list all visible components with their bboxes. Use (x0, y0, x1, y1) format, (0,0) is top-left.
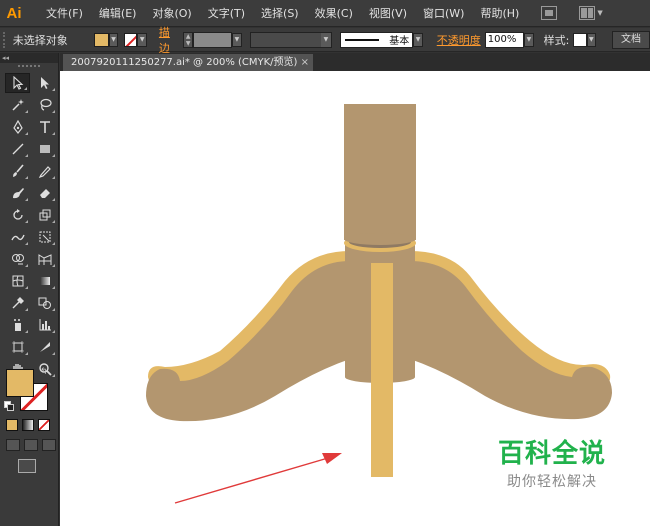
shape-builder-tool-icon[interactable] (5, 249, 30, 269)
chevron-down-icon[interactable]: ▼ (597, 9, 602, 17)
stroke-weight-dropdown-chevron-icon[interactable]: ▼ (232, 32, 242, 47)
watermark: 百科全说 助你轻松解决 (482, 439, 622, 491)
drawing-mode-row (6, 439, 56, 451)
symbol-sprayer-tool-icon[interactable] (5, 315, 30, 335)
artboard-canvas[interactable]: 百科全说 助你轻松解决 (60, 71, 650, 526)
menu-help[interactable]: 帮助(H) (472, 0, 527, 27)
draw-normal-icon[interactable] (6, 439, 20, 451)
tools-panel: ◂◂ ↰ (0, 53, 59, 526)
direct-selection-tool-icon[interactable] (32, 73, 57, 93)
bridge-icon[interactable] (541, 6, 558, 20)
default-fill-stroke-icon[interactable] (4, 401, 14, 411)
menu-type[interactable]: 文字(T) (200, 0, 253, 27)
upper-post (344, 104, 416, 240)
blend-tool-icon[interactable] (32, 293, 57, 313)
free-transform-tool-icon[interactable] (32, 227, 57, 247)
mesh-tool-icon[interactable] (5, 271, 30, 291)
magic-wand-tool-icon[interactable] (5, 95, 30, 115)
paintbrush-tool-icon[interactable] (5, 161, 30, 181)
brush-profile-label: 基本 (389, 36, 410, 47)
artboard-tool-icon[interactable] (5, 337, 30, 357)
rotate-tool-icon[interactable] (5, 205, 30, 225)
stroke-panel-link[interactable]: 描边 (159, 24, 180, 56)
watermark-title: 百科全说 (497, 439, 606, 469)
gradient-tool-icon[interactable] (32, 271, 57, 291)
variable-width-field[interactable]: ▼ (249, 31, 332, 48)
rectangle-tool-icon[interactable] (32, 139, 57, 159)
document-tab-title: 2007920111250277.ai* @ 200% (CMYK/预览) (71, 57, 298, 68)
menu-window[interactable]: 窗口(W) (415, 0, 472, 27)
control-bar: 未选择对象 ▼ ▼ 描边 ▲ ▼ ▼ ▼ 基本 ▼ 不透明度 100% ▼ 样式:… (0, 26, 650, 55)
variable-width-chevron-icon[interactable]: ▼ (320, 32, 331, 47)
opacity-input[interactable]: 100% (484, 31, 525, 48)
panel-grip[interactable] (3, 31, 9, 48)
color-mode-icon[interactable] (6, 419, 18, 431)
draw-behind-icon[interactable] (24, 439, 38, 451)
fill-dropdown-chevron-icon[interactable]: ▼ (108, 32, 119, 47)
tools-collapse-icon[interactable]: ◂◂ (0, 53, 58, 63)
menu-view[interactable]: 视图(V) (361, 0, 415, 27)
stroke-color-swatch[interactable] (124, 32, 138, 47)
eyedropper-tool-icon[interactable] (5, 293, 30, 313)
slice-tool-icon[interactable] (32, 337, 57, 357)
tool-grid (0, 73, 58, 379)
graphic-style-chevron-icon[interactable]: ▼ (586, 32, 597, 47)
highlight-bar (371, 263, 393, 477)
stroke-profile-line (344, 38, 379, 41)
opacity-dropdown-chevron-icon[interactable]: ▼ (524, 32, 534, 47)
gradient-mode-icon[interactable] (22, 419, 34, 431)
upper-post-bottom (344, 233, 416, 245)
menu-select[interactable]: 选择(S) (253, 0, 307, 27)
none-mode-icon[interactable] (38, 419, 50, 431)
red-arrow (174, 457, 329, 504)
warp-tool-icon[interactable] (5, 227, 30, 247)
menu-effect[interactable]: 效果(C) (307, 0, 361, 27)
stroke-dropdown-chevron-icon[interactable]: ▼ (137, 32, 147, 47)
pen-tool-icon[interactable] (5, 117, 30, 137)
close-icon[interactable]: × (301, 54, 309, 71)
fill-stroke-widget: ↰ (4, 367, 56, 417)
document-tab-bar: 2007920111250277.ai* @ 200% (CMYK/预览) × (60, 53, 650, 71)
selection-tool-icon[interactable] (5, 73, 30, 93)
lasso-tool-icon[interactable] (32, 95, 57, 115)
blob-brush-tool-icon[interactable] (5, 183, 30, 203)
color-mode-row (6, 419, 50, 431)
line-segment-tool-icon[interactable] (5, 139, 30, 159)
perspective-grid-tool-icon[interactable] (32, 249, 57, 269)
menu-items: 文件(F) 编辑(E) 对象(O) 文字(T) 选择(S) 效果(C) 视图(V… (38, 0, 527, 27)
draw-inside-icon[interactable] (42, 439, 56, 451)
fill-color-box[interactable] (6, 369, 34, 397)
stroke-weight-field[interactable] (192, 31, 233, 48)
eraser-tool-icon[interactable] (32, 183, 57, 203)
menu-file[interactable]: 文件(F) (38, 0, 91, 27)
brush-profile-field[interactable]: 基本 (339, 31, 414, 48)
graphic-style-label: 样式: (543, 33, 570, 47)
stroke-weight-stepper[interactable]: ▲ ▼ (183, 31, 193, 48)
red-arrow-head (322, 453, 342, 464)
pencil-tool-icon[interactable] (32, 161, 57, 181)
arrange-documents-icon[interactable] (579, 6, 596, 20)
fill-color-swatch[interactable] (93, 32, 109, 47)
menu-edit[interactable]: 编辑(E) (91, 0, 145, 27)
type-tool-icon[interactable] (32, 117, 57, 137)
menu-bar: Ai 文件(F) 编辑(E) 对象(O) 文字(T) 选择(S) 效果(C) 视… (0, 0, 650, 27)
opacity-panel-link[interactable]: 不透明度 (437, 32, 481, 48)
selection-status-label: 未选择对象 (12, 33, 68, 47)
document-setup-button[interactable]: 文档 (612, 30, 650, 49)
document-tab[interactable]: 2007920111250277.ai* @ 200% (CMYK/预览) × (63, 54, 313, 71)
watermark-subtitle: 助你轻松解决 (507, 474, 597, 490)
app-logo[interactable]: Ai (0, 0, 28, 27)
column-graph-tool-icon[interactable] (32, 315, 57, 335)
tools-grip[interactable] (18, 65, 40, 71)
swap-fill-stroke-icon[interactable]: ↰ (40, 367, 48, 377)
brush-profile-chevron-icon[interactable]: ▼ (413, 32, 423, 47)
graphic-style-swatch[interactable] (573, 32, 587, 47)
scale-tool-icon[interactable] (32, 205, 57, 225)
screen-mode-icon[interactable] (18, 459, 36, 473)
